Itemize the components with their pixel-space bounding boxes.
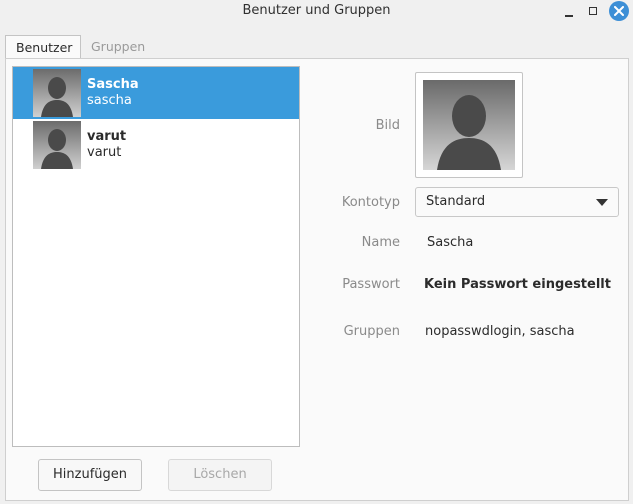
chevron-down-icon [596, 199, 608, 206]
title-bar: Benutzer und Gruppen [0, 0, 633, 24]
delete-user-button[interactable]: Löschen [168, 459, 272, 491]
person-silhouette-icon [41, 129, 73, 169]
password-label: Passwort [342, 277, 400, 292]
name-label: Name [361, 235, 400, 250]
user-login: varut [87, 145, 122, 160]
avatar [423, 80, 515, 170]
groups-label: Gruppen [343, 324, 400, 339]
user-picture-button[interactable] [415, 72, 523, 178]
user-name: Sascha [87, 77, 139, 92]
user-list[interactable]: Sascha sascha varut varut [12, 66, 300, 447]
name-value[interactable]: Sascha [427, 235, 473, 250]
maximize-button[interactable] [583, 2, 603, 22]
person-silhouette-icon [41, 77, 73, 117]
tab-users[interactable]: Benutzer [5, 35, 81, 59]
minimize-button[interactable] [559, 2, 579, 22]
picture-label: Bild [375, 118, 400, 133]
user-login: sascha [87, 93, 132, 108]
avatar [33, 69, 81, 117]
groups-value[interactable]: nopasswdlogin, sascha [425, 324, 575, 339]
account-type-label: Kontotyp [341, 195, 400, 210]
close-icon [614, 6, 624, 16]
account-type-dropdown[interactable]: Standard [415, 187, 619, 217]
password-value[interactable]: Kein Passwort eingestellt [424, 277, 611, 292]
user-name: varut [87, 129, 127, 144]
avatar [33, 121, 81, 169]
close-button[interactable] [609, 1, 629, 21]
window-title: Benutzer und Gruppen [242, 3, 391, 18]
person-silhouette-icon [437, 95, 501, 170]
account-type-value: Standard [426, 194, 486, 209]
add-user-button[interactable]: Hinzufügen [38, 459, 142, 491]
list-item-user-varut[interactable]: varut varut [13, 119, 299, 171]
list-item-user-sascha[interactable]: Sascha sascha [13, 67, 299, 119]
tab-groups[interactable]: Gruppen [81, 35, 159, 59]
